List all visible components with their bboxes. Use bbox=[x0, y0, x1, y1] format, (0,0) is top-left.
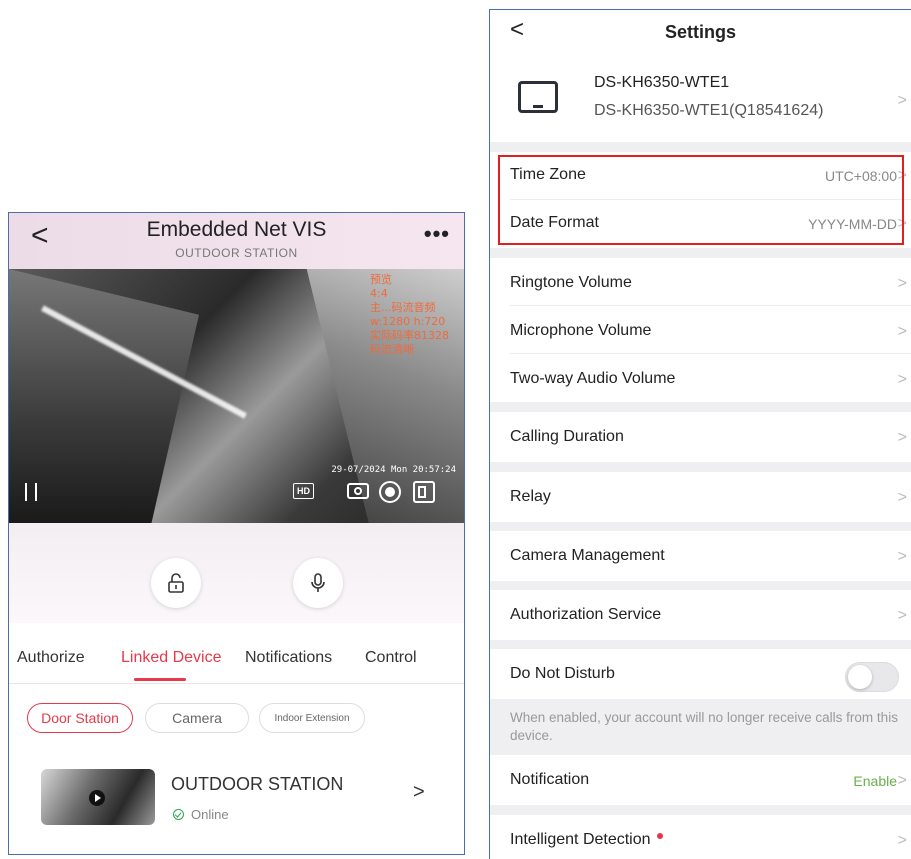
chevron-right-icon: > bbox=[897, 429, 907, 446]
chevron-right-icon: > bbox=[897, 323, 907, 340]
relay-row[interactable]: Relay > bbox=[490, 472, 911, 522]
annotation-highlight-box bbox=[498, 155, 904, 245]
settings-header: < Settings bbox=[490, 10, 911, 54]
ringtone-volume-row[interactable]: Ringtone Volume > bbox=[490, 258, 911, 306]
active-tab-indicator bbox=[134, 678, 186, 681]
hd-toggle-button[interactable]: HD bbox=[293, 483, 314, 499]
video-frame-shape bbox=[9, 269, 199, 523]
app-header: < Embedded Net VIS OUTDOOR STATION ••• bbox=[9, 213, 464, 269]
debug-overlay: 预览 4:4 主...码流音频 w:1280 h:720 实际码率81328 码… bbox=[370, 273, 460, 357]
microphone-icon bbox=[311, 573, 325, 592]
new-badge-dot bbox=[656, 833, 663, 839]
notification-row[interactable]: Notification Enable > bbox=[490, 755, 911, 805]
microphone-volume-row[interactable]: Microphone Volume > bbox=[490, 306, 911, 354]
device-serial: DS-KH6350-WTE1(Q18541624) bbox=[594, 102, 824, 119]
chevron-right-icon: > bbox=[897, 275, 907, 292]
row-label: Camera Management bbox=[510, 547, 665, 564]
row-label: Authorization Service bbox=[510, 606, 662, 623]
volume-settings-group: Ringtone Volume > Microphone Volume > Tw… bbox=[490, 258, 911, 402]
settings-screen: < Settings DS-KH6350-WTE1 DS-KH6350-WTE1… bbox=[489, 9, 911, 859]
chevron-right-icon: > bbox=[897, 772, 907, 789]
video-timestamp: 29-07/2024 Mon 20:57:24 bbox=[331, 465, 456, 475]
chevron-right-icon: > bbox=[897, 607, 907, 624]
overlay-line: 码流清晰 bbox=[370, 343, 414, 356]
page-title: Embedded Net VIS bbox=[146, 218, 327, 241]
microphone-button[interactable] bbox=[293, 558, 343, 608]
filter-door-station[interactable]: Door Station bbox=[27, 703, 133, 733]
device-thumbnail bbox=[41, 769, 155, 825]
chevron-right-icon: > bbox=[897, 489, 907, 506]
intelligent-detection-row[interactable]: Intelligent Detection > bbox=[490, 815, 911, 859]
camera-management-row[interactable]: Camera Management > bbox=[490, 531, 911, 581]
device-list-item[interactable]: OUTDOOR STATION Online > bbox=[9, 761, 464, 831]
page-title: Settings bbox=[664, 22, 736, 42]
divider bbox=[9, 683, 464, 684]
row-label: Calling Duration bbox=[510, 428, 624, 445]
row-label: Relay bbox=[510, 488, 551, 505]
linked-device-screen: < Embedded Net VIS OUTDOOR STATION ••• 预… bbox=[8, 212, 465, 855]
more-options-icon[interactable]: ••• bbox=[424, 221, 450, 247]
row-label: Two-way Audio Volume bbox=[510, 370, 676, 387]
overlay-line: 预览 bbox=[370, 273, 392, 286]
chevron-right-icon: > bbox=[897, 92, 907, 109]
status-text: Online bbox=[191, 807, 229, 822]
do-not-disturb-toggle[interactable] bbox=[845, 662, 899, 692]
toggle-knob bbox=[848, 665, 872, 689]
fullscreen-rotate-icon[interactable] bbox=[413, 481, 435, 503]
indoor-monitor-icon bbox=[518, 81, 558, 113]
row-label-text: Intelligent Detection bbox=[510, 831, 651, 848]
row-label: Do Not Disturb bbox=[510, 665, 615, 682]
two-way-audio-volume-row[interactable]: Two-way Audio Volume > bbox=[490, 354, 911, 402]
filter-indoor-extension[interactable]: Indoor Extension bbox=[259, 703, 365, 733]
overlay-line: 主...码流音频 bbox=[370, 301, 436, 314]
filter-camera[interactable]: Camera bbox=[145, 703, 249, 733]
play-icon bbox=[89, 790, 105, 806]
chevron-right-icon: > bbox=[413, 781, 425, 803]
pause-icon[interactable] bbox=[25, 483, 37, 501]
call-controls bbox=[9, 523, 464, 623]
notification-status: Enable bbox=[853, 773, 897, 789]
authorization-service-row[interactable]: Authorization Service > bbox=[490, 590, 911, 640]
calling-duration-row[interactable]: Calling Duration > bbox=[490, 412, 911, 462]
tab-linked-device[interactable]: Linked Device bbox=[121, 649, 222, 667]
device-status: Online bbox=[173, 807, 229, 822]
tab-bar: Authorize Linked Device Notifications Co… bbox=[9, 623, 464, 679]
overlay-line: w:1280 h:720 bbox=[370, 315, 446, 328]
row-label: Notification bbox=[510, 771, 590, 788]
unlock-button[interactable] bbox=[151, 558, 201, 608]
unlock-icon bbox=[168, 573, 184, 593]
device-info-card[interactable]: DS-KH6350-WTE1 DS-KH6350-WTE1(Q18541624)… bbox=[490, 54, 911, 142]
row-label: Ringtone Volume bbox=[510, 274, 632, 291]
snapshot-icon[interactable] bbox=[347, 483, 369, 499]
chevron-right-icon: > bbox=[897, 371, 907, 388]
do-not-disturb-row: Do Not Disturb bbox=[490, 649, 911, 699]
overlay-line: 实际码率81328 bbox=[370, 329, 449, 342]
chevron-right-icon: > bbox=[897, 548, 907, 565]
dnd-hint-text: When enabled, your account will no longe… bbox=[510, 710, 898, 743]
page-subtitle: OUTDOOR STATION bbox=[175, 246, 298, 260]
tab-authorize[interactable]: Authorize bbox=[17, 649, 85, 667]
chevron-right-icon: > bbox=[897, 832, 907, 849]
device-name: OUTDOOR STATION bbox=[171, 774, 344, 794]
overlay-line: 4:4 bbox=[370, 287, 388, 300]
online-check-icon bbox=[173, 809, 184, 820]
tab-notifications[interactable]: Notifications bbox=[245, 649, 332, 667]
device-model: DS-KH6350-WTE1 bbox=[594, 74, 730, 91]
tab-control[interactable]: Control bbox=[365, 649, 417, 667]
live-video-view[interactable]: 预览 4:4 主...码流音频 w:1280 h:720 实际码率81328 码… bbox=[9, 269, 464, 523]
row-label: Microphone Volume bbox=[510, 322, 652, 339]
record-icon[interactable] bbox=[379, 481, 401, 503]
row-label: Intelligent Detection bbox=[510, 831, 663, 849]
